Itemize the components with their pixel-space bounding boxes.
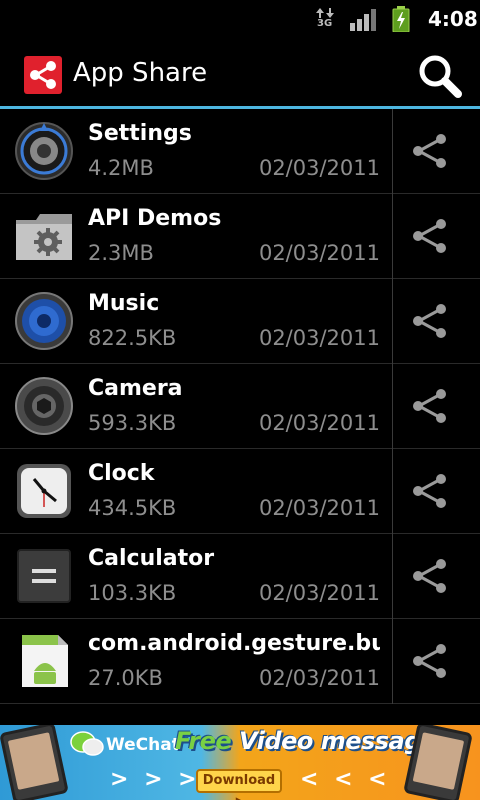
list-item[interactable]: API Demos 2.3MB 02/03/2011 xyxy=(0,194,480,279)
app-date: 02/03/2011 xyxy=(258,411,380,435)
calculator-icon xyxy=(17,549,71,603)
status-bar: 3G 4:08 xyxy=(0,0,480,38)
app-name: Settings xyxy=(88,121,192,146)
row-divider xyxy=(392,279,393,364)
app-size: 593.3KB xyxy=(88,411,177,435)
app-date: 02/03/2011 xyxy=(258,496,380,520)
app-size: 27.0KB xyxy=(88,666,163,690)
app-size: 2.3MB xyxy=(88,241,154,265)
app-title: App Share xyxy=(73,58,208,88)
search-button[interactable] xyxy=(414,50,464,100)
row-divider xyxy=(392,534,393,619)
banner-chevrons-right: < < < xyxy=(300,767,391,792)
share-icon[interactable] xyxy=(410,556,450,596)
share-icon[interactable] xyxy=(410,471,450,511)
share-icon[interactable] xyxy=(410,131,450,171)
download-button[interactable]: Download ▸ xyxy=(196,769,282,800)
wechat-brand: WeChat xyxy=(106,735,180,755)
app-name: Clock xyxy=(88,461,155,486)
app-name: Music xyxy=(88,291,160,316)
app-date: 02/03/2011 xyxy=(258,241,380,265)
signal-strength-icon xyxy=(350,9,376,31)
row-divider xyxy=(392,619,393,704)
settings-icon xyxy=(15,122,73,180)
share-icon[interactable] xyxy=(410,301,450,341)
speaker-icon xyxy=(15,292,73,350)
app-date: 02/03/2011 xyxy=(258,581,380,605)
share-icon[interactable] xyxy=(410,386,450,426)
search-icon xyxy=(419,55,462,98)
app-size: 434.5KB xyxy=(88,496,177,520)
camera-icon xyxy=(15,377,73,435)
android-app-icon xyxy=(22,635,68,687)
row-divider xyxy=(392,449,393,534)
banner-chevrons-left: > > > xyxy=(110,767,201,792)
share-icon[interactable] xyxy=(410,641,450,681)
list-item[interactable]: Settings 4.2MB 02/03/2011 xyxy=(0,109,480,194)
folder-gear-icon xyxy=(16,214,72,260)
ad-banner[interactable]: WeChat Free Video message > > > Download… xyxy=(0,725,480,800)
list-item[interactable]: Clock 434.5KB 02/03/2011 xyxy=(0,449,480,534)
app-name: Camera xyxy=(88,376,183,401)
list-item[interactable]: Camera 593.3KB 02/03/2011 xyxy=(0,364,480,449)
action-bar: App Share xyxy=(0,38,480,109)
app-size: 822.5KB xyxy=(88,326,177,350)
clock-icon xyxy=(17,464,71,518)
status-time: 4:08 xyxy=(428,7,478,31)
app-date: 02/03/2011 xyxy=(258,326,380,350)
row-divider xyxy=(392,364,393,449)
list-item[interactable]: Calculator 103.3KB 02/03/2011 xyxy=(0,534,480,619)
banner-tagline: Free Video message xyxy=(175,727,437,755)
row-divider xyxy=(392,109,393,194)
app-size: 4.2MB xyxy=(88,156,154,180)
app-date: 02/03/2011 xyxy=(258,156,380,180)
app-size: 103.3KB xyxy=(88,581,177,605)
phone-illustration xyxy=(0,725,69,800)
list-item[interactable]: com.android.gesture.builder 27.0KB 02/03… xyxy=(0,619,480,704)
battery-charging-icon xyxy=(392,6,410,32)
wechat-logo-icon xyxy=(70,731,104,756)
row-divider xyxy=(392,194,393,279)
share-logo-icon xyxy=(24,56,62,94)
app-date: 02/03/2011 xyxy=(258,666,380,690)
app-name: Calculator xyxy=(88,546,215,571)
app-list[interactable]: Settings 4.2MB 02/03/2011 API Demos 2.3M… xyxy=(0,109,480,725)
network-label: 3G xyxy=(317,18,333,29)
share-icon[interactable] xyxy=(410,216,450,256)
list-item[interactable]: Music 822.5KB 02/03/2011 xyxy=(0,279,480,364)
network-3g-icon: 3G xyxy=(316,8,334,30)
app-name: com.android.gesture.builder xyxy=(88,631,380,656)
app-name: API Demos xyxy=(88,206,222,231)
